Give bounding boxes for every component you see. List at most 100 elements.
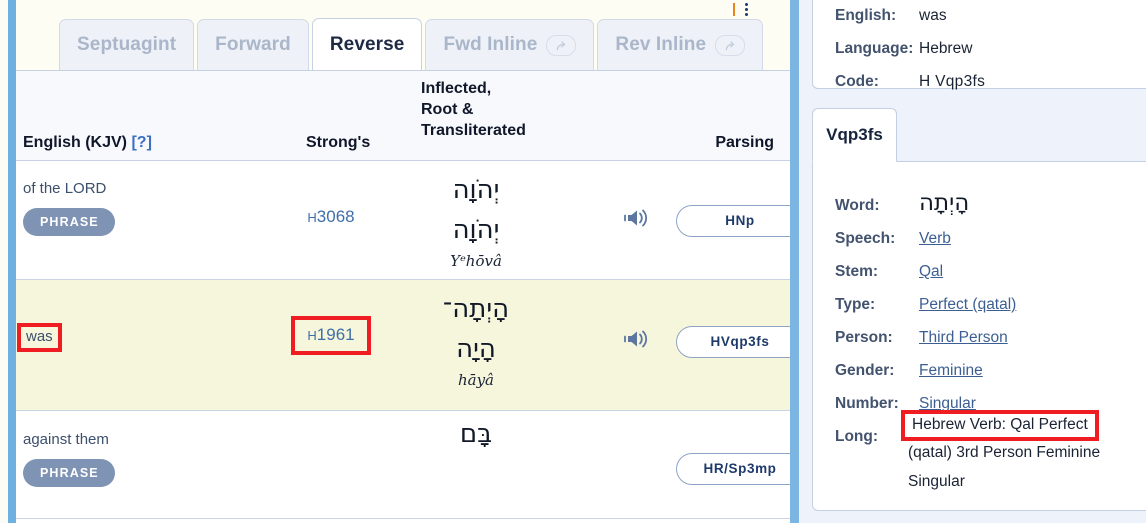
- strongs-prefix: H: [307, 328, 317, 343]
- column-header-parsing: Parsing: [715, 134, 774, 151]
- detail-word: Word: הָיְתָה: [835, 190, 969, 216]
- tab-label: Fwd Inline: [443, 34, 538, 55]
- summary-english: English: was: [835, 7, 947, 25]
- table-row[interactable]: אֲ: [16, 519, 790, 523]
- parsing-button[interactable]: HR/Sp3mp: [676, 453, 790, 485]
- field-label: Speech:: [835, 230, 896, 247]
- tab-forward[interactable]: Forward: [197, 19, 309, 70]
- table-header: English (KJV) [?] Strong's Inflected, Ro…: [16, 71, 790, 161]
- parsing-button[interactable]: HVqp3fs: [676, 326, 790, 358]
- share-arrow-icon: [715, 34, 746, 56]
- parsing-button[interactable]: HNp: [676, 205, 790, 237]
- column-header-english-label: English (KJV): [23, 134, 128, 151]
- column-header-line-1: Inflected,: [421, 80, 492, 97]
- cell-strongs: H3068: [266, 207, 396, 227]
- hebrew-inflected[interactable]: בָּם: [406, 415, 546, 454]
- pane-divider[interactable]: [790, 0, 800, 523]
- long-description-line-3: Singular: [908, 473, 965, 490]
- field-label: Stem:: [835, 263, 879, 280]
- table-row[interactable]: was H1961 הָיְתָה־ הָיָה hāyâ HVqp3fs: [16, 280, 790, 411]
- speaker-icon[interactable]: [624, 205, 660, 231]
- word-summary-card: English: was Language: Hebrew Code: H Vq…: [812, 0, 1146, 91]
- transliteration: hāyâ: [457, 371, 495, 390]
- long-description-highlighted: Hebrew Verb: Qal Perfect: [901, 410, 1099, 441]
- strongs-number[interactable]: H1961: [291, 316, 371, 355]
- cell-english: of the LORD PHRASE: [23, 180, 273, 236]
- field-value-link[interactable]: Qal: [919, 263, 943, 281]
- column-header-inflected-root-transliterated: Inflected, Root & Transliterated: [421, 78, 526, 141]
- share-arrow-icon: [546, 34, 577, 56]
- table-row[interactable]: of the LORD PHRASE H3068 יְהֹוָה יְהֹוָה…: [16, 161, 790, 280]
- tab-list: Septuagint Forward Reverse Fwd Inline Re…: [59, 18, 766, 70]
- column-header-english: English (KJV) [?]: [23, 134, 152, 152]
- field-label: Gender:: [835, 362, 895, 379]
- panel-tools: [733, 1, 748, 17]
- hebrew-root[interactable]: יְהֹוָה: [406, 210, 546, 250]
- column-header-line-2: Root &: [421, 101, 474, 119]
- tab-vqp3fs[interactable]: Vqp3fs: [812, 108, 897, 162]
- more-options-icon[interactable]: [745, 2, 748, 16]
- left-scrollbar-rail[interactable]: [8, 0, 16, 523]
- resize-handle-icon[interactable]: [733, 2, 735, 16]
- detail-person: Person: Third Person: [835, 329, 1008, 347]
- cell-hebrew: בָּם: [406, 415, 546, 454]
- cell-strongs: H1961: [266, 316, 396, 355]
- cell-english: was: [17, 313, 273, 352]
- field-value-link[interactable]: Feminine: [919, 362, 983, 380]
- field-value: H Vqp3fs: [919, 73, 986, 90]
- tab-septuagint[interactable]: Septuagint: [59, 19, 195, 70]
- strongs-number[interactable]: H3068: [307, 207, 354, 226]
- cell-english: against them PHRASE: [23, 431, 273, 487]
- detail-type: Type: Perfect (qatal): [835, 296, 1016, 314]
- strongs-digits: 3068: [316, 207, 355, 226]
- english-text[interactable]: against them: [23, 431, 273, 449]
- tab-reverse[interactable]: Reverse: [311, 18, 423, 70]
- english-help-link[interactable]: [?]: [131, 134, 151, 151]
- field-value-link[interactable]: Perfect (qatal): [919, 296, 1016, 314]
- field-value: Hebrew: [919, 40, 973, 57]
- app-root: Septuagint Forward Reverse Fwd Inline Re…: [0, 0, 1146, 523]
- left-gutter: [0, 0, 8, 523]
- tab-label: Vqp3fs: [826, 125, 883, 144]
- field-label: Type:: [835, 296, 876, 313]
- tab-label: Rev Inline: [615, 34, 707, 55]
- hebrew-root[interactable]: הָיָה: [406, 329, 546, 369]
- field-value-link[interactable]: Verb: [919, 230, 951, 248]
- summary-language: Language: Hebrew: [835, 40, 972, 58]
- detail-stem: Stem: Qal: [835, 263, 943, 281]
- field-label: Language:: [835, 40, 914, 57]
- hebrew-inflected[interactable]: הָיְתָה־: [406, 290, 546, 329]
- strongs-prefix: H: [307, 210, 317, 225]
- tab-rev-inline[interactable]: Rev Inline: [597, 19, 764, 70]
- transliteration: Yᵉhōvâ: [450, 252, 502, 271]
- detail-speech: Speech: Verb: [835, 230, 951, 248]
- phrase-badge[interactable]: PHRASE: [23, 208, 115, 236]
- table-row[interactable]: against them PHRASE בָּם HR/Sp3mp: [16, 411, 790, 519]
- strongs-digits: 1961: [316, 325, 355, 344]
- english-text[interactable]: was: [17, 323, 62, 352]
- tab-label: Forward: [215, 34, 291, 55]
- divider-handle[interactable]: [790, 0, 799, 523]
- field-label: Code:: [835, 73, 879, 90]
- field-value: was: [919, 7, 947, 24]
- field-label: Person:: [835, 329, 893, 346]
- hebrew-inflected[interactable]: יְהֹוָה: [406, 171, 546, 210]
- cell-hebrew: הָיְתָה־ הָיָה hāyâ: [406, 290, 546, 389]
- speaker-icon[interactable]: [624, 326, 660, 352]
- column-header-strongs: Strong's: [306, 134, 371, 151]
- english-text[interactable]: of the LORD: [23, 180, 273, 198]
- detail-gender: Gender: Feminine: [835, 362, 983, 380]
- long-description-line-2: (qatal) 3rd Person Feminine: [908, 444, 1101, 461]
- summary-code: Code: H Vqp3fs: [835, 73, 985, 91]
- tab-label: Septuagint: [77, 34, 177, 55]
- interlinear-panel: Septuagint Forward Reverse Fwd Inline Re…: [0, 0, 790, 523]
- tab-strip: Septuagint Forward Reverse Fwd Inline Re…: [16, 0, 790, 71]
- phrase-badge[interactable]: PHRASE: [23, 459, 115, 487]
- tab-label: Reverse: [329, 33, 405, 55]
- parsing-detail-panel: English: was Language: Hebrew Code: H Vq…: [800, 0, 1146, 523]
- tab-fwd-inline[interactable]: Fwd Inline: [425, 19, 595, 70]
- field-label: English:: [835, 7, 897, 24]
- field-label: Word:: [835, 197, 880, 214]
- cell-hebrew: יְהֹוָה יְהֹוָה Yᵉhōvâ: [406, 171, 546, 270]
- field-value-link[interactable]: Third Person: [919, 329, 1008, 347]
